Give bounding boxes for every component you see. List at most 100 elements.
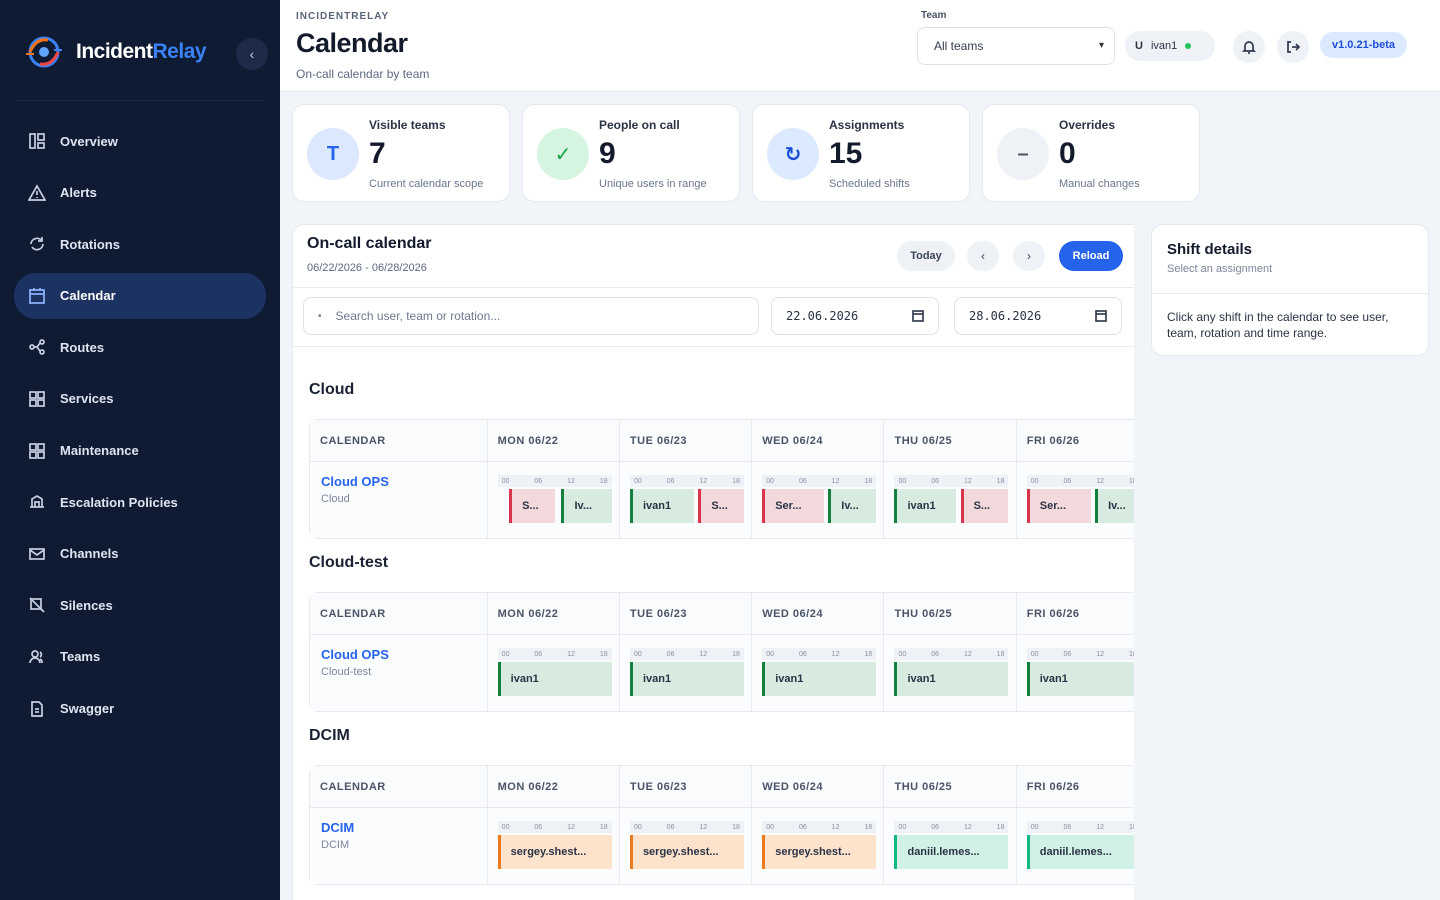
hour-scale: 00 06 12 18 — [1026, 821, 1134, 833]
sidebar-item-routes[interactable]: Routes — [14, 324, 266, 370]
calendar-picker-icon[interactable] — [912, 309, 924, 322]
next-week-button[interactable]: › — [1013, 241, 1045, 271]
sidebar-item-swagger[interactable]: Swagger — [14, 686, 266, 732]
sidebar-nav: Overview Alerts Rotations Calendar Routes Ser… — [14, 118, 266, 737]
refresh-icon: ↻ — [767, 128, 819, 180]
logout-button[interactable] — [1277, 31, 1309, 63]
hour-scale: 00 06 12 18 — [629, 821, 744, 833]
shift-block[interactable]: Ser... — [762, 489, 824, 523]
user-name: ivan1 — [1150, 40, 1178, 52]
day-cell: 00 06 12 18 daniil.lemes... — [884, 808, 1017, 884]
notifications-button[interactable] — [1233, 31, 1265, 63]
brand[interactable]: IncidentRelay — [22, 30, 207, 74]
date-from-input[interactable]: 22.06.2026 — [771, 297, 939, 335]
calendar-title: On-call calendar — [307, 235, 432, 252]
day-cell: 00 06 12 18 sergey.shest... — [752, 808, 885, 884]
chevron-down-icon: ▾ — [1098, 40, 1104, 51]
day-cell: 00 06 12 18 ivan1 — [488, 635, 620, 711]
sidebar-item-escalation-policies[interactable]: Escalation Policies — [14, 479, 266, 525]
hour-scale: 00 06 12 18 — [894, 475, 1009, 487]
brand-name-accent: Relay — [152, 40, 207, 63]
rotation-link[interactable]: DCIM — [321, 820, 354, 835]
sidebar-item-label: Channels — [60, 546, 119, 562]
stat-hint: Unique users in range — [599, 178, 707, 190]
shift-block[interactable]: ivan1 — [629, 489, 694, 523]
date-to-value: 28.06.2026 — [969, 309, 1042, 323]
previous-week-button[interactable]: ‹ — [967, 241, 999, 271]
calendar-search-input[interactable]: • Search user, team or rotation... — [303, 297, 759, 335]
dashboard-icon — [28, 132, 46, 150]
sidebar-item-rotations[interactable]: Rotations — [14, 221, 266, 267]
sidebar-item-maintenance[interactable]: Maintenance — [14, 428, 266, 474]
hour-mark: 12 — [831, 477, 840, 485]
hour-scale: 00 06 12 18 — [1026, 475, 1134, 487]
shift-block[interactable]: sergey.shest... — [629, 835, 744, 869]
rotation-cell: Cloud OPS Cloud — [310, 462, 488, 538]
shift-block[interactable]: S... — [698, 489, 744, 523]
rotation-link[interactable]: Cloud OPS — [321, 474, 389, 489]
hour-mark: 06 — [931, 823, 939, 831]
sidebar-item-channels[interactable]: Channels — [14, 531, 266, 577]
stat-hint: Scheduled shifts — [829, 178, 910, 190]
sidebar-item-teams[interactable]: Teams — [14, 634, 266, 680]
shift-block[interactable]: ivan1 — [1026, 662, 1134, 696]
hour-scale: 00 06 12 18 — [1026, 648, 1134, 660]
sidebar-item-silences[interactable]: Silences — [14, 582, 266, 628]
hour-mark: 18 — [1128, 477, 1134, 485]
date-to-input[interactable]: 28.06.2026 — [954, 297, 1122, 335]
check-icon: ✓ — [537, 128, 589, 180]
shift-block[interactable]: daniil.lemes... — [894, 835, 1009, 869]
sidebar-item-overview[interactable]: Overview — [14, 118, 266, 164]
collapse-sidebar-button[interactable]: ‹ — [236, 38, 268, 70]
details-divider — [1152, 293, 1428, 294]
sidebar-item-label: Routes — [60, 339, 105, 355]
shift-block[interactable]: sergey.shest... — [497, 835, 612, 869]
stat-card-people-on-call: ✓ People on call 9 Unique users in range — [522, 104, 740, 202]
sidebar-item-label: Calendar — [60, 288, 116, 304]
rotation-link[interactable]: Cloud OPS — [321, 647, 389, 662]
warning-icon — [28, 183, 46, 202]
calendar-column-header: CALENDAR — [310, 766, 488, 807]
page-subtitle: On-call calendar by team — [296, 67, 430, 81]
team-select[interactable]: All teams ▾ — [917, 27, 1115, 65]
shift-block[interactable]: ivan1 — [497, 662, 612, 696]
shift-block[interactable]: daniil.lemes... — [1026, 835, 1134, 869]
shift-block[interactable]: Iv... — [828, 489, 877, 523]
calendar-header-row: CALENDAR MON 06/22 TUE 06/23 WED 06/24 THU 0… — [310, 766, 1134, 808]
sidebar-item-alerts[interactable]: Alerts — [14, 170, 266, 216]
shift-block[interactable]: Iv... — [1095, 489, 1134, 523]
shift-block[interactable]: S... — [960, 489, 1009, 523]
hour-mark: 06 — [798, 477, 807, 485]
day-column-header: TUE 06/23 — [620, 420, 753, 461]
today-button[interactable]: Today — [897, 241, 955, 271]
shift-block[interactable]: ivan1 — [894, 662, 1009, 696]
page-title: Calendar — [296, 28, 408, 58]
shift-block[interactable]: ivan1 — [894, 489, 957, 523]
sidebar-item-label: Escalation Policies — [60, 494, 178, 510]
sidebar-item-label: Swagger — [60, 701, 115, 717]
user-chip[interactable]: U ivan1 — [1125, 31, 1215, 61]
hour-mark: 06 — [931, 650, 939, 658]
day-column-header: WED 06/24 — [752, 766, 885, 807]
shift-block[interactable]: ivan1 — [762, 662, 877, 696]
shift-details-body: Click any shift in the calendar to see u… — [1167, 310, 1389, 340]
toolbar-divider — [293, 287, 1134, 288]
calendar-picker-icon[interactable] — [1095, 309, 1107, 322]
sidebar-item-label: Overview — [60, 133, 118, 149]
hour-mark: 18 — [864, 650, 873, 658]
shift-details-panel: Shift details Select an assignment Click… — [1151, 224, 1429, 356]
shift-block[interactable]: Iv... — [561, 489, 612, 523]
sidebar-item-services[interactable]: Services — [14, 376, 266, 422]
hour-mark: 00 — [1030, 650, 1039, 658]
hour-mark: 06 — [1063, 650, 1072, 658]
shift-block[interactable]: sergey.shest... — [762, 835, 877, 869]
users-icon — [28, 648, 46, 666]
reload-button[interactable]: Reload — [1059, 241, 1123, 271]
shift-block[interactable]: S... — [509, 489, 555, 523]
day-cell: 00 06 12 18 S... Iv... — [488, 462, 620, 538]
shift-block[interactable]: Ser... — [1026, 489, 1091, 523]
shift-block[interactable]: ivan1 — [629, 662, 744, 696]
hour-mark: 00 — [1030, 477, 1039, 485]
sidebar-item-calendar[interactable]: Calendar — [14, 272, 266, 319]
stat-hint: Manual changes — [1059, 178, 1140, 190]
